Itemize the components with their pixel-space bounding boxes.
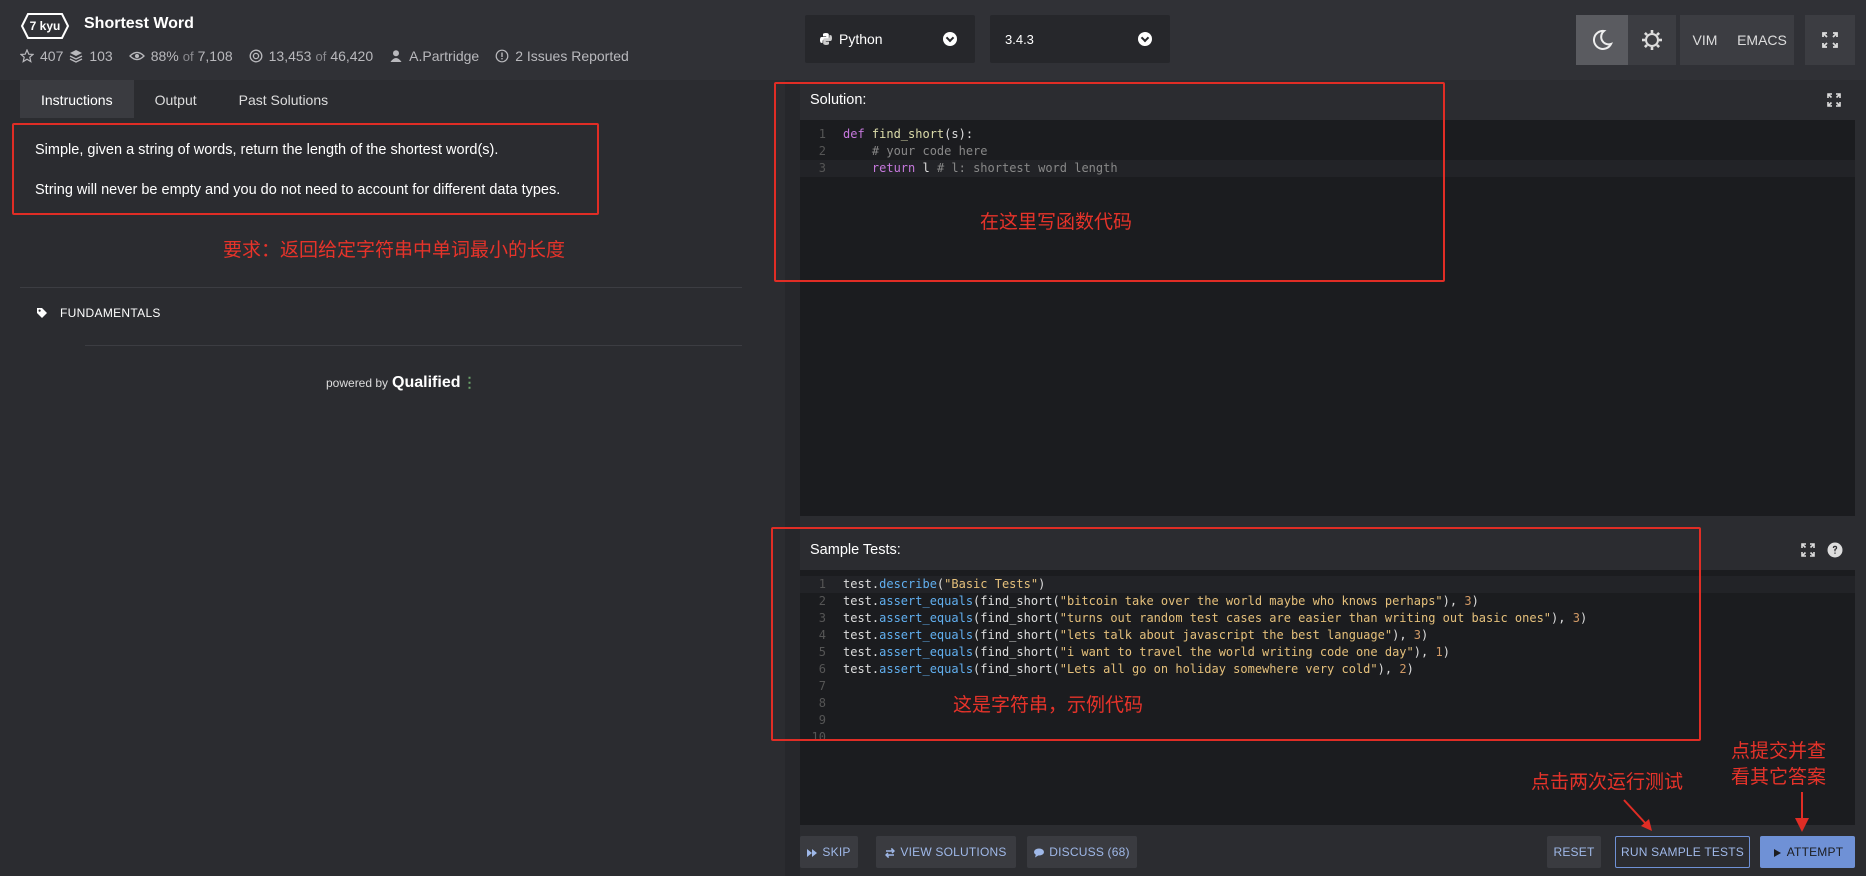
skip-button[interactable]: SKIP <box>800 836 858 868</box>
satisfaction-stat: 88% of 7,108 <box>128 48 233 64</box>
fast-forward-icon <box>807 847 818 857</box>
rank-badge: 7 kyu <box>20 12 70 40</box>
collections-stat[interactable]: 103 <box>69 48 113 64</box>
fullscreen-icon <box>1822 32 1838 48</box>
play-icon <box>1772 847 1782 857</box>
kata-stats: 407 103 88% of 7,108 13,453 of 46,420 A.… <box>20 48 645 64</box>
completed-count: 13,453 <box>268 48 312 64</box>
expand-icon[interactable] <box>1827 93 1841 107</box>
submit-annotation-line-1: 点提交并查 <box>1731 740 1827 762</box>
author-stat[interactable]: A.Partridge <box>389 48 479 64</box>
attempt-button[interactable]: ATTEMPT <box>1760 836 1855 868</box>
expand-icon[interactable] <box>1801 543 1815 557</box>
skip-label: SKIP <box>822 845 851 859</box>
rank-label: 7 kyu <box>29 19 61 33</box>
stars-count: 407 <box>40 48 64 64</box>
vim-mode-button[interactable]: VIM <box>1680 15 1730 65</box>
qualified-logo-mark: ⋮ <box>462 374 477 390</box>
reset-button[interactable]: RESET <box>1547 836 1601 868</box>
tab-output[interactable]: Output <box>134 80 218 118</box>
arrow-to-run-tests-icon <box>1623 799 1652 831</box>
kata-title: Shortest Word <box>84 15 194 32</box>
tag-fundamentals[interactable]: FUNDAMENTALS <box>36 306 161 320</box>
moon-icon <box>1590 28 1614 52</box>
view-solutions-button[interactable]: VIEW SOLUTIONS <box>876 836 1016 868</box>
kata-header: 7 kyu Shortest Word 407 103 88% of 7,108 <box>0 0 1866 80</box>
tests-highlight-box <box>771 527 1701 741</box>
info-icon <box>495 49 509 63</box>
tag-icon <box>36 307 48 319</box>
user-icon <box>389 49 403 63</box>
satisfaction-percent: 88% <box>150 48 179 64</box>
issues-stat[interactable]: 2 Issues Reported <box>495 48 629 64</box>
view-solutions-label: VIEW SOLUTIONS <box>900 845 1007 859</box>
layers-icon <box>69 49 83 63</box>
shuffle-icon <box>885 847 896 859</box>
requirement-annotation: 要求：返回给定字符串中单词最小的长度 <box>223 239 566 261</box>
qualified-logo: Qualified <box>392 374 461 391</box>
emacs-mode-button[interactable]: EMACS <box>1730 15 1794 65</box>
target-icon <box>249 49 263 63</box>
chevron-down-icon <box>1138 32 1152 46</box>
sample-code-annotation: 这是字符串，示例代码 <box>953 694 1144 716</box>
chevron-down-icon <box>943 32 957 46</box>
run-sample-tests-button[interactable]: RUN SAMPLE TESTS <box>1615 836 1750 868</box>
author-name: A.Partridge <box>409 48 480 64</box>
eye-icon <box>128 49 145 63</box>
help-icon[interactable] <box>1827 542 1843 558</box>
discuss-button[interactable]: DISCUSS (68) <box>1027 836 1137 868</box>
action-bar: SKIP VIEW SOLUTIONS DISCUSS (68) RESET R… <box>800 832 1866 876</box>
tab-instructions[interactable]: Instructions <box>20 80 134 118</box>
fullscreen-button[interactable] <box>1805 15 1855 65</box>
submit-annotation-line-2: 看其它答案 <box>1731 766 1827 788</box>
dark-theme-button[interactable] <box>1576 15 1628 65</box>
powered-by-qualified[interactable]: powered by Qualified ⋮ <box>326 374 477 392</box>
light-theme-button[interactable] <box>1628 15 1676 65</box>
satisfaction-of-label: of <box>182 48 194 64</box>
description-tabs: Instructions Output Past Solutions <box>20 80 785 118</box>
language-value: Python <box>839 31 883 47</box>
write-here-annotation: 在这里写函数代码 <box>980 211 1133 233</box>
completed-of-label: of <box>315 48 327 64</box>
powered-by-label: powered by <box>326 376 389 390</box>
solution-highlight-box <box>774 82 1445 282</box>
arrow-to-attempt-icon <box>1795 792 1809 832</box>
satisfaction-total: 7,108 <box>197 48 233 64</box>
stars-stat[interactable]: 407 <box>20 48 63 64</box>
star-icon <box>20 49 34 63</box>
divider <box>85 345 742 346</box>
language-select[interactable]: Python <box>805 15 975 63</box>
python-icon <box>819 32 833 46</box>
completed-total: 46,420 <box>330 48 374 64</box>
comments-icon <box>1034 847 1045 858</box>
collections-count: 103 <box>89 48 113 64</box>
discuss-label: DISCUSS (68) <box>1049 845 1130 859</box>
run-twice-annotation: 点击两次运行测试 <box>1531 771 1684 793</box>
version-value: 3.4.3 <box>1005 31 1034 47</box>
completed-stat: 13,453 of 46,420 <box>249 48 374 64</box>
version-select[interactable]: 3.4.3 <box>990 15 1170 63</box>
tab-past-solutions[interactable]: Past Solutions <box>218 80 350 118</box>
issues-reported: 2 Issues Reported <box>515 48 629 64</box>
attempt-label: ATTEMPT <box>1786 845 1844 859</box>
divider <box>20 287 742 288</box>
instructions-highlight-box <box>12 123 599 215</box>
tag-label: FUNDAMENTALS <box>60 306 161 320</box>
gear-icon <box>1640 28 1664 52</box>
